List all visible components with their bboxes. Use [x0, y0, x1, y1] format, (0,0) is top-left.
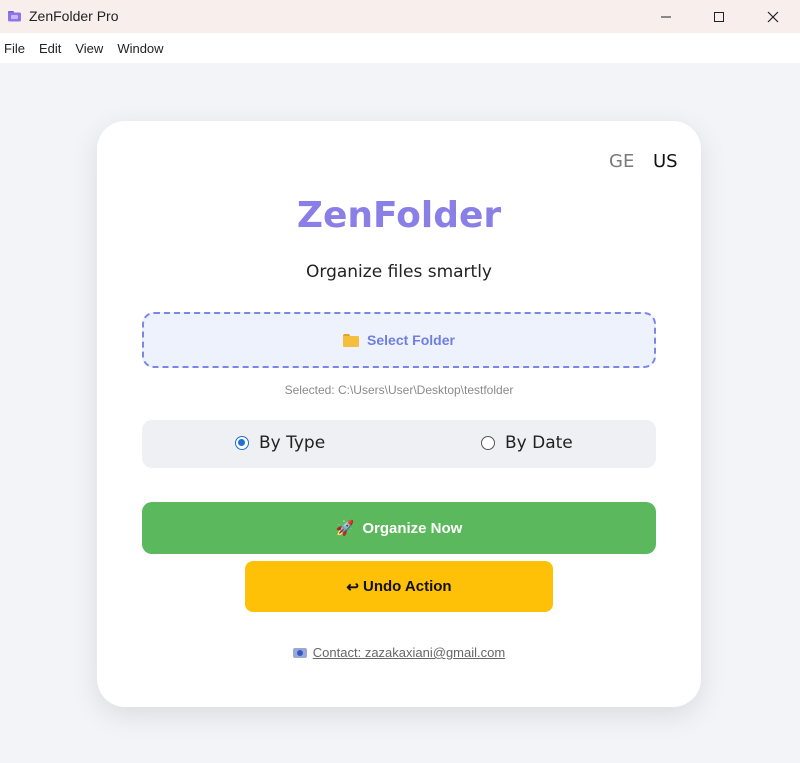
- menu-file[interactable]: File: [4, 41, 25, 56]
- organize-now-label: Organize Now: [362, 519, 463, 537]
- contact-link[interactable]: Contact: zazakaxiani@gmail.com: [292, 645, 506, 660]
- undo-arrow-icon: ↩: [346, 578, 359, 596]
- select-folder-button[interactable]: Select Folder: [142, 312, 656, 368]
- radio-checked-icon[interactable]: [235, 436, 249, 450]
- radio-by-type[interactable]: By Type: [235, 433, 325, 453]
- menu-bar: File Edit View Window: [0, 33, 800, 63]
- undo-action-button[interactable]: ↩ Undo Action: [245, 561, 553, 612]
- close-button[interactable]: [750, 0, 796, 33]
- maximize-icon: [714, 11, 724, 22]
- minimize-icon: [661, 16, 671, 17]
- language-ge[interactable]: GE: [609, 151, 634, 172]
- radio-unchecked-icon[interactable]: [481, 436, 495, 450]
- close-icon: [767, 11, 779, 22]
- sort-mode-group: By Type By Date: [142, 420, 656, 468]
- contact-label: Contact: zazakaxiani@gmail.com: [312, 645, 506, 660]
- email-icon: [292, 648, 307, 658]
- app-folder-icon: [8, 11, 21, 22]
- app-brand-title: ZenFolder: [296, 195, 502, 236]
- language-us[interactable]: US: [653, 151, 678, 172]
- menu-window[interactable]: Window: [117, 41, 163, 56]
- radio-by-date[interactable]: By Date: [481, 433, 573, 453]
- organize-now-button[interactable]: 🚀 Organize Now: [142, 502, 656, 554]
- select-folder-label: Select Folder: [367, 332, 455, 348]
- minimize-button[interactable]: [643, 0, 689, 33]
- radio-by-date-label: By Date: [505, 433, 573, 453]
- maximize-button[interactable]: [696, 0, 742, 33]
- contact-footer: Contact: zazakaxiani@gmail.com: [97, 645, 701, 660]
- menu-edit[interactable]: Edit: [39, 41, 61, 56]
- title-bar: ZenFolder Pro: [0, 0, 800, 33]
- radio-by-type-label: By Type: [259, 433, 326, 453]
- window-title: ZenFolder Pro: [29, 8, 119, 24]
- selected-path-text: Selected: C:\Users\User\Desktop\testfold…: [284, 383, 514, 397]
- app-subtitle: Organize files smartly: [306, 262, 492, 282]
- main-card: GE US ZenFolder Organize files smartly S…: [97, 121, 701, 707]
- rocket-icon: 🚀: [335, 520, 355, 537]
- undo-action-label: Undo Action: [362, 578, 452, 595]
- folder-icon: [343, 333, 360, 347]
- menu-view[interactable]: View: [75, 41, 103, 56]
